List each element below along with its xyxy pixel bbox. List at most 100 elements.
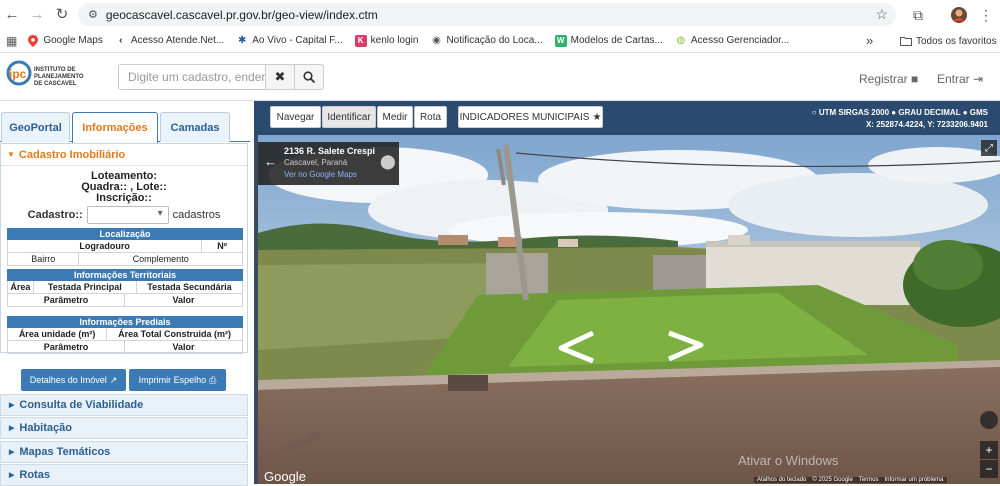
star-icon: ★: [592, 111, 602, 123]
streetview-city: Cascavel, Paraná: [284, 158, 348, 167]
login-label: Entrar: [937, 72, 970, 86]
search-placeholder: Digite um cadastro, endere: [128, 70, 266, 84]
fullscreen-icon[interactable]: ⤢: [981, 140, 997, 156]
testada-principal-cell: Testada Principal: [34, 281, 137, 293]
register-label: Registrar: [859, 72, 908, 86]
rotas-item[interactable]: ▶ Rotas: [0, 464, 248, 486]
habitacao-item[interactable]: ▶ Habitação: [0, 417, 248, 439]
all-bookmarks[interactable]: Todos os favoritos: [900, 35, 997, 47]
tab-informacoes[interactable]: Informações: [72, 112, 158, 143]
caret-right-icon: ▶: [9, 449, 15, 456]
bookmark-kenlo[interactable]: K kenlo login: [354, 34, 418, 47]
search-button[interactable]: [294, 64, 324, 90]
footer-item[interactable]: Informar um problema: [885, 477, 944, 483]
rota-button[interactable]: Rota: [414, 106, 447, 128]
detalhes-imovel-button[interactable]: Detalhes do Imóvel ↗: [21, 369, 126, 391]
grau-label: GRAU DECIMAL: [898, 108, 961, 117]
bookmark-atende-net[interactable]: ‹ Acesso Atende.Net...: [115, 35, 224, 47]
radio-grau[interactable]: ●: [891, 108, 896, 117]
sign-in-icon: ⇥: [973, 72, 984, 86]
identificar-button[interactable]: Identificar: [322, 106, 376, 128]
back-icon[interactable]: ←: [2, 4, 22, 24]
cadastro-imobiliario-header[interactable]: ▼ Cadastro Imobiliário: [1, 144, 247, 166]
bookmark-gerenciador[interactable]: ◍ Acesso Gerenciador...: [675, 35, 790, 47]
complemento-cell: Complemento: [132, 254, 189, 264]
folder-icon: [900, 35, 912, 47]
close-icon: ✖: [274, 69, 286, 84]
login-link[interactable]: Entrar ⇥: [937, 72, 983, 86]
left-panel: GeoPortal Informações Camadas ▼ Cadastro…: [0, 101, 254, 486]
compass-icon[interactable]: [980, 411, 998, 429]
forward-icon[interactable]: →: [27, 4, 47, 24]
cadastro-label: Cadastro::: [27, 209, 83, 221]
paw-icon: ✱: [238, 35, 247, 46]
search-icon: [303, 71, 315, 83]
reload-icon[interactable]: ↻: [52, 4, 72, 24]
streetview-panorama[interactable]: Google: [258, 135, 1000, 484]
zoom-in-button[interactable]: +: [980, 441, 998, 459]
clear-button[interactable]: ✖: [265, 64, 295, 90]
medir-button[interactable]: Medir: [377, 106, 413, 128]
ipc-logo[interactable]: ipc INSTITUTO DE PLANEJAMENTO DE CASCAVE…: [6, 59, 102, 95]
bookmark-modelos[interactable]: W Modelos de Cartas...: [554, 34, 663, 47]
territoriais-header: Informações Territoriais: [7, 269, 243, 281]
consulta-viabilidade-item[interactable]: ▶ Consulta de Viabilidade: [0, 394, 248, 416]
tab-camadas[interactable]: Camadas: [160, 112, 230, 142]
bookmark-notificacao[interactable]: ◉ Notificação do Loca...: [430, 35, 543, 47]
coordinate-readout: X: 252874.4224, Y: 7233206.9401: [865, 120, 988, 129]
menu-kebab-icon[interactable]: ⋮: [976, 5, 996, 25]
logradouro-cell: Logradouro: [8, 240, 203, 252]
map-toolbar: Navegar Identificar Medir Rota INDICADOR…: [254, 101, 1000, 135]
logo-line: DE CASCAVEL: [34, 81, 77, 87]
back-arrow-icon[interactable]: ←: [264, 154, 277, 169]
table-row: Logradouro Nº: [7, 240, 243, 253]
footer-item[interactable]: Termos: [859, 477, 879, 483]
caret-right-icon: ▶: [9, 402, 15, 409]
caret-right-icon: ▶: [9, 425, 15, 432]
panel-tabs: GeoPortal Informações Camadas: [0, 111, 250, 143]
streetview-address: 2136 R. Salete Crespi: [284, 146, 376, 156]
valor-cell: Valor: [172, 295, 195, 305]
extensions-icon[interactable]: ⧉: [908, 5, 928, 25]
mapas-tematicos-item[interactable]: ▶ Mapas Temáticos: [0, 441, 248, 463]
streetview-footer: Atalhos do teclado © 2025 Google Termos …: [754, 477, 947, 483]
globe-icon: ◉: [432, 35, 441, 46]
site-settings-icon[interactable]: ⚙: [88, 8, 98, 21]
bookmarks-bar: ▦ Google Maps ‹ Acesso Atende.Net... ✱ A…: [0, 29, 1000, 53]
imprimir-espelho-button[interactable]: Imprimir Espelho ⎙: [129, 369, 226, 391]
register-link[interactable]: Registrar ■: [859, 72, 918, 86]
bookmark-label: Modelos de Cartas...: [570, 35, 663, 46]
menu-label: Consulta de Viabilidade: [19, 399, 144, 411]
localizacao-table: Localização Logradouro Nº Bairro Complem…: [7, 228, 243, 266]
windows-watermark: Ativar o Windows: [738, 453, 839, 468]
bookmark-star-icon[interactable]: ☆: [875, 6, 888, 23]
prediais-table: Informações Prediais Área unidade (m²) Á…: [7, 316, 243, 354]
google-maps-link[interactable]: Ver no Google Maps: [284, 170, 357, 179]
bookmark-google-maps[interactable]: Google Maps: [27, 34, 103, 47]
more-bookmarks[interactable]: »: [866, 33, 873, 48]
address-bar[interactable]: ⚙ geocascavel.cascavel.pr.gov.br/geo-vie…: [78, 3, 896, 26]
territoriais-table: Informações Territoriais Área Testada Pr…: [7, 269, 243, 307]
kenlo-icon: K: [354, 34, 367, 47]
cadastro-panel: ▼ Cadastro Imobiliário Loteamento: Quadr…: [0, 143, 248, 354]
bookmark-ao-vivo[interactable]: ✱ Ao Vivo - Capital F...: [236, 35, 343, 47]
avatar[interactable]: [949, 5, 969, 25]
caret-down-icon: ▼: [7, 150, 15, 159]
area-total-cell: Área Total Construida (m²): [118, 329, 231, 339]
radio-utm[interactable]: ○: [812, 108, 817, 117]
apps-grid-icon[interactable]: ▦: [6, 34, 17, 48]
navegar-button[interactable]: Navegar: [270, 106, 321, 128]
map-area: Google ← 2136 R. Salete Crespi Cascavel,…: [254, 101, 1000, 484]
tab-geoportal[interactable]: GeoPortal: [1, 112, 70, 142]
search-input[interactable]: Digite um cadastro, endere: [118, 64, 266, 90]
cadastro-select[interactable]: [86, 206, 169, 224]
menu-label: Habitação: [19, 422, 72, 434]
area-unidade-cell: Área unidade (m²): [8, 328, 108, 340]
indicadores-municipais-button[interactable]: INDICADORES MUNICIPAIS ★: [458, 106, 603, 128]
imprimir-label: Imprimir Espelho: [138, 375, 207, 385]
radio-gms[interactable]: ●: [963, 108, 968, 117]
zoom-out-button[interactable]: −: [980, 460, 998, 478]
indicadores-label: INDICADORES MUNICIPAIS: [459, 111, 590, 123]
maps-pin-icon: [27, 34, 39, 47]
footer-item[interactable]: Atalhos do teclado: [757, 477, 806, 483]
